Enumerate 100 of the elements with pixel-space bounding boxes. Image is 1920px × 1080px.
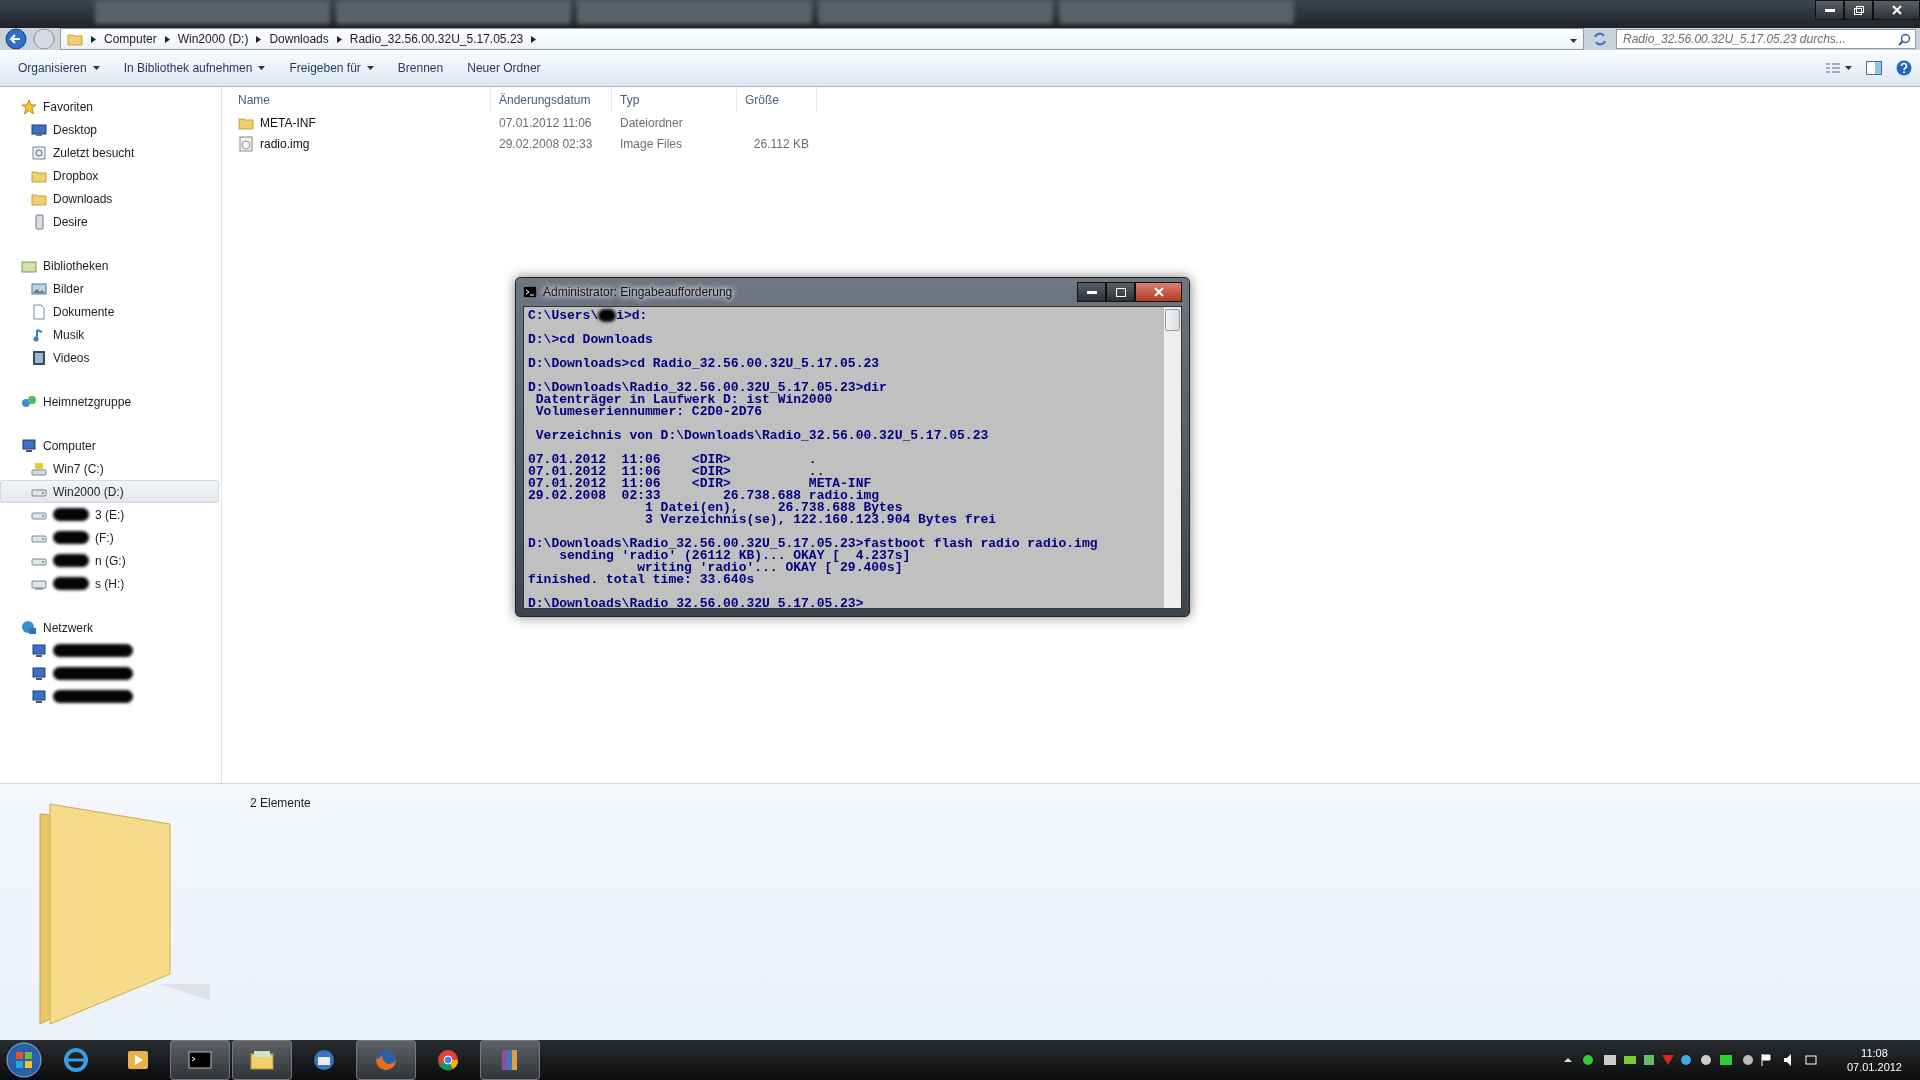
nav-label: Bibliotheken — [43, 258, 109, 273]
nav-item[interactable]: Musik — [0, 323, 219, 346]
toolbar-button[interactable]: Freigeben für — [279, 57, 384, 79]
preview-pane-icon[interactable] — [1866, 61, 1882, 75]
file-row[interactable]: radio.img 29.02.2008 02:33 Image Files 26.112 KB — [230, 133, 1920, 154]
breadcrumb[interactable]: Win2000 (D:) — [177, 32, 249, 46]
nav-item[interactable]: Downloads — [0, 187, 219, 210]
browser-e-icon — [62, 1046, 90, 1074]
back-button[interactable] — [4, 28, 28, 50]
caret-icon — [258, 66, 266, 70]
nav-item[interactable]: s (H:) — [0, 572, 219, 595]
nav-item[interactable]: (F:) — [0, 526, 219, 549]
chevron-icon — [531, 35, 537, 43]
chevron-icon — [91, 35, 96, 43]
caret-icon — [92, 66, 100, 70]
nav-item[interactable]: Desire — [0, 210, 219, 233]
search-field[interactable]: Radio_32.56.00.32U_5.17.05.23 durchs... — [1616, 29, 1916, 49]
nav-section-header[interactable]: Netzwerk — [0, 616, 219, 639]
help-icon[interactable] — [1896, 60, 1912, 76]
nav-item[interactable]: Dropbox — [0, 164, 219, 187]
console-line: D:\Downloads\Radio_32.56.00.32U_5.17.05.23> — [528, 598, 865, 608]
column-header[interactable]: Typ — [612, 87, 737, 112]
redaction-mark — [53, 531, 89, 544]
nav-label: Win2000 (D:) — [53, 484, 124, 499]
nav-item[interactable]: Win7 (C:) — [0, 457, 219, 480]
nav-section-header[interactable]: Heimnetzgruppe — [0, 390, 219, 413]
nav-item[interactable]: Bilder — [0, 277, 219, 300]
console-line: Volumeseriennummer: C2D0-2D76 — [534, 406, 764, 418]
nav-item[interactable]: Videos — [0, 346, 219, 369]
close-button[interactable] — [1135, 282, 1182, 302]
redaction-mark — [53, 508, 89, 521]
breadcrumb[interactable]: Downloads — [269, 32, 329, 46]
console-line: D:\>cd Downloads — [528, 334, 654, 346]
console-line: 3 Verzeichnis(se), 122.160.123.904 Bytes frei — [644, 514, 998, 526]
redaction-mark — [53, 577, 89, 590]
console-line: 07.01.2012 11:06 <DIR> META-INF — [528, 478, 872, 490]
column-header[interactable]: Name — [230, 87, 491, 112]
console-line: i>d: — [616, 309, 648, 322]
nav-label: Dokumente — [53, 304, 115, 319]
chevron-icon — [256, 35, 262, 43]
address-bar[interactable]: Computer Win2000 (D:) Downloads Radio_32.56.00.32U_5.17.05.23 — [60, 28, 1584, 50]
console-line: 07.01.2012 11:06 <DIR> . — [528, 454, 818, 466]
nav-label: (F:) — [95, 530, 114, 545]
chevron-icon — [336, 35, 342, 43]
nav-label: Computer — [43, 438, 96, 453]
nav-section-header[interactable]: Favoriten — [0, 95, 219, 118]
minimize-icon — [1086, 290, 1097, 294]
nav-item[interactable]: 3 (E:) — [0, 503, 219, 526]
toolbar-button[interactable]: In Bibliothek aufnehmen — [113, 57, 276, 79]
nav-label: Downloads — [53, 191, 113, 206]
image-file-icon — [238, 135, 254, 152]
nav-item[interactable]: n (G:) — [0, 549, 219, 572]
console-line: Verzeichnis von D:\Downloads\Radio_32.56.00.32U_5.17.05.23 — [534, 430, 990, 442]
computer-icon — [31, 642, 47, 659]
toolbar-button[interactable]: Organisieren — [8, 57, 110, 79]
view-options-icon[interactable] — [1826, 62, 1852, 74]
scroll-thumb[interactable] — [1165, 309, 1180, 331]
minimize-button[interactable] — [1815, 0, 1844, 20]
file-name: radio.img — [260, 136, 310, 151]
redaction-mark — [598, 309, 617, 322]
console-line: 29.02.2008 02:33 26.738.688 radio.img — [528, 490, 880, 502]
toolbar-button[interactable]: Brennen — [387, 57, 454, 79]
file-row[interactable]: META-INF 07.01.2012 11:06 Dateiordner — [230, 112, 1920, 133]
close-icon — [1153, 287, 1164, 297]
minimize-button[interactable] — [1077, 282, 1106, 302]
console-line: finished. total time: 33.640s — [528, 574, 756, 586]
console-line: 1 Datei(en), 26.738.688 Bytes — [644, 502, 903, 514]
maximize-button[interactable] — [1106, 282, 1135, 302]
start-orb-icon[interactable] — [4, 1040, 44, 1080]
maximize-icon — [1115, 287, 1126, 297]
taskbar-button[interactable] — [232, 1040, 292, 1080]
column-header[interactable]: Änderungsdatum — [491, 87, 612, 112]
nav-item[interactable]: Desktop — [0, 118, 219, 141]
breadcrumb[interactable]: Radio_32.56.00.32U_5.17.05.23 — [349, 32, 524, 46]
computer-icon — [31, 665, 47, 682]
column-header[interactable]: Größe — [737, 87, 817, 112]
search-icon — [1898, 32, 1911, 46]
computer-icon — [31, 688, 47, 705]
toolbar-button[interactable]: Neuer Ordner — [457, 57, 551, 79]
restore-icon — [1853, 5, 1864, 15]
date-cell-text: 07.01.2012 11:06 — [498, 115, 593, 130]
close-button[interactable] — [1873, 0, 1920, 20]
pictures-icon — [31, 280, 47, 297]
breadcrumb[interactable]: Computer — [104, 32, 157, 46]
nav-item[interactable]: Win2000 (D:) — [0, 480, 219, 503]
homegroup-icon — [21, 393, 37, 410]
nav-label: 3 (E:) — [95, 507, 125, 522]
nav-label: Bilder — [53, 281, 84, 296]
type-cell-text: Image Files — [619, 136, 684, 151]
nav-label: Desktop — [53, 122, 98, 137]
restore-button[interactable] — [1844, 0, 1873, 20]
nav-item[interactable]: Dokumente — [0, 300, 219, 323]
nav-item[interactable]: Zuletzt besucht — [0, 141, 219, 164]
console-line: C:\Users\ — [528, 309, 599, 322]
nav-label: Favoriten — [43, 99, 94, 114]
nav-section-header[interactable]: Computer — [0, 434, 219, 457]
scrollbar[interactable] — [1164, 307, 1181, 608]
nav-section-header[interactable]: Bibliotheken — [0, 254, 219, 277]
console-line: D:\Downloads>cd Radio_32.56.00.32U_5.17.05.23 — [528, 358, 881, 370]
document-icon — [31, 303, 47, 320]
